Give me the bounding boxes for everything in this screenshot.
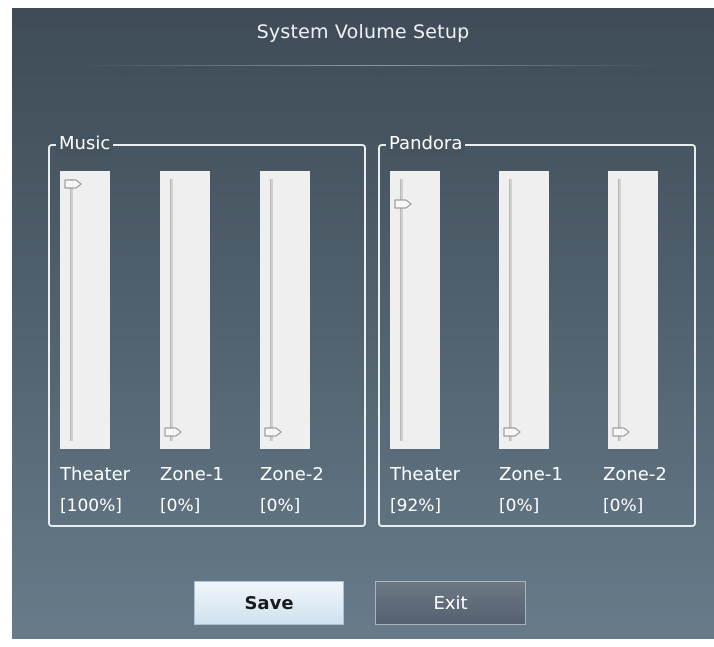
pandora-theater-label: Theater [390,464,461,485]
music-zone1-label: Zone-1 [160,464,224,485]
pandora-group: Pandora Theater Zone-1 Zone-2 [92%] [0%]… [378,133,696,527]
music-theater-slider[interactable] [60,171,110,449]
pandora-zone2-value: [0%] [603,496,644,516]
slider-track [70,179,73,441]
pandora-zone2-slider[interactable] [608,171,658,449]
slider-thumb[interactable] [164,427,182,437]
pandora-zone1-value: [0%] [499,496,540,516]
music-zone2-slider[interactable] [260,171,310,449]
slider-thumb[interactable] [503,427,521,437]
music-theater-value: [100%] [60,496,122,516]
music-theater-label: Theater [60,464,131,485]
volume-setup-window: System Volume Setup Music Theater Zone-1… [12,8,714,639]
pandora-group-label: Pandora [386,133,466,155]
slider-track [270,179,273,441]
music-zone1-slider[interactable] [160,171,210,449]
music-zone1-value: [0%] [160,496,201,516]
pandora-zone1-label: Zone-1 [499,464,563,485]
save-button[interactable]: Save [194,581,344,625]
pandora-zone2-label: Zone-2 [603,464,667,485]
pandora-theater-slider[interactable] [390,171,440,449]
music-zone2-label: Zone-2 [260,464,324,485]
slider-thumb[interactable] [612,427,630,437]
slider-track [170,179,173,441]
slider-thumb[interactable] [64,179,82,189]
slider-thumb[interactable] [394,199,412,209]
pandora-zone1-slider[interactable] [499,171,549,449]
slider-track [618,179,621,441]
music-group-label: Music [56,133,114,155]
slider-track [509,179,512,441]
music-group: Music Theater Zone-1 Zone-2 [100%] [0%] … [48,133,366,527]
slider-track [400,179,403,441]
music-zone2-value: [0%] [260,496,301,516]
slider-thumb[interactable] [264,427,282,437]
pandora-theater-value: [92%] [390,496,442,516]
exit-button[interactable]: Exit [375,581,526,625]
title-divider [72,65,667,66]
window-title: System Volume Setup [256,21,470,43]
